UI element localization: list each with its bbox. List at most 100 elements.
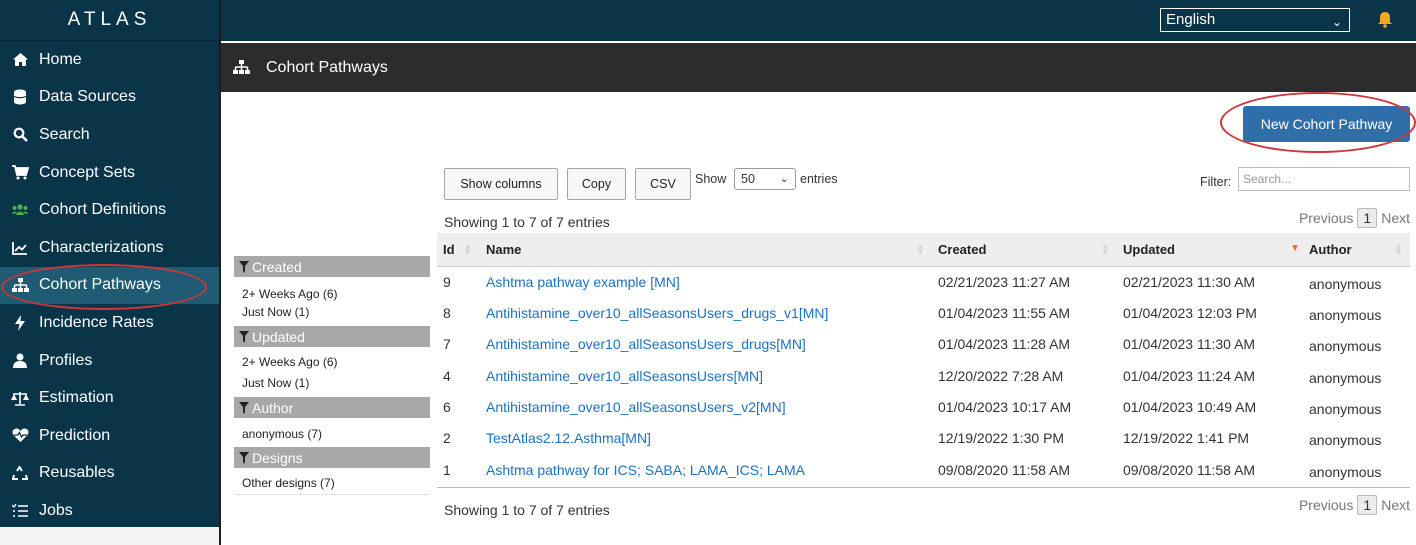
cell-id: 2 — [443, 430, 451, 446]
table-row: 8 Antihistamine_over10_allSeasonsUsers_d… — [437, 298, 1410, 329]
sidebar-item-label: Prediction — [39, 426, 111, 444]
cell-id: 1 — [443, 462, 451, 478]
cell-id: 9 — [443, 274, 451, 290]
facet-item[interactable]: Other designs (7) — [242, 476, 335, 490]
csv-button[interactable]: CSV — [635, 168, 691, 200]
page-length-select[interactable]: 50 ⌄ — [734, 168, 796, 190]
list-icon — [9, 502, 31, 520]
cell-name-link[interactable]: Antihistamine_over10_allSeasonsUsers_dru… — [486, 298, 828, 329]
facet-updated-header[interactable]: Updated — [234, 326, 430, 347]
sidebar-item-label: Cohort Definitions — [39, 201, 167, 219]
show-columns-button[interactable]: Show columns — [444, 168, 558, 200]
cell-author: anonymous — [1309, 307, 1382, 323]
column-header-updated[interactable]: Updated — [1123, 233, 1175, 266]
cell-author: anonymous — [1309, 338, 1382, 354]
copy-button[interactable]: Copy — [567, 168, 626, 200]
filter-input[interactable]: Search... — [1238, 167, 1410, 191]
user-icon — [9, 352, 31, 370]
sitemap-icon — [9, 276, 31, 294]
sidebar-item-jobs[interactable]: Jobs — [0, 492, 219, 530]
top-bar: English ⌄ — [221, 0, 1416, 41]
facet-item[interactable]: Just Now (1) — [242, 305, 309, 319]
sidebar-item-search[interactable]: Search — [0, 116, 219, 154]
cell-author: anonymous — [1309, 464, 1382, 480]
sidebar-item-label: Concept Sets — [39, 163, 136, 181]
filter-icon — [239, 401, 249, 414]
language-select[interactable]: English ⌄ — [1160, 8, 1350, 32]
sidebar-item-reusables[interactable]: Reusables — [0, 455, 219, 493]
sort-icon: ▲ ▼ — [1101, 241, 1110, 257]
table-info-top: Showing 1 to 7 of 7 entries — [444, 214, 610, 230]
filter-icon — [239, 330, 249, 343]
facet-divider — [234, 494, 430, 495]
page-1-button[interactable]: 1 — [1357, 208, 1378, 228]
sitemap-icon — [233, 60, 250, 75]
facet-title: Designs — [252, 449, 303, 466]
bell-icon[interactable] — [1378, 11, 1392, 31]
facet-item[interactable]: anonymous (7) — [242, 427, 322, 441]
sidebar-item-data-sources[interactable]: Data Sources — [0, 79, 219, 117]
cell-updated: 02/21/2023 11:30 AM — [1123, 274, 1256, 290]
facet-created-header[interactable]: Created — [234, 256, 430, 277]
cell-created: 12/19/2022 1:30 PM — [938, 430, 1065, 446]
cell-updated: 01/04/2023 12:03 PM — [1123, 305, 1257, 321]
cell-author: anonymous — [1309, 432, 1382, 448]
sort-icon: ▲ ▼ — [463, 241, 472, 257]
sidebar-item-label: Cohort Pathways — [39, 276, 161, 294]
sidebar-item-concept-sets[interactable]: Concept Sets — [0, 154, 219, 192]
heartbeat-icon — [9, 427, 31, 445]
users-icon — [9, 201, 31, 219]
previous-link[interactable]: Previous — [1299, 210, 1353, 226]
sidebar-item-label: Reusables — [39, 464, 115, 482]
pager-bottom: Previous 1 Next — [1299, 495, 1410, 515]
page-title: Cohort Pathways — [266, 58, 388, 76]
column-header-name[interactable]: Name — [486, 233, 521, 266]
facet-item[interactable]: Just Now (1) — [242, 376, 309, 390]
sidebar-item-cohort-definitions[interactable]: Cohort Definitions — [0, 191, 219, 229]
table-bottom-border — [437, 487, 1410, 488]
cell-name-link[interactable]: Ashtma pathway for ICS; SABA; LAMA_ICS; … — [486, 455, 805, 486]
sidebar-item-label: Incidence Rates — [39, 313, 154, 331]
sidebar-item-home[interactable]: Home — [0, 41, 219, 79]
next-link[interactable]: Next — [1381, 210, 1410, 226]
sidebar-item-characterizations[interactable]: Characterizations — [0, 229, 219, 267]
sidebar: ATLAS Home Data Sources Search Concept S… — [0, 0, 221, 545]
cell-name-link[interactable]: Ashtma pathway example [MN] — [486, 267, 680, 298]
facet-item[interactable]: 2+ Weeks Ago (6) — [242, 287, 338, 301]
cell-name-link[interactable]: TestAtlas2.12.Asthma[MN] — [486, 423, 651, 454]
previous-link[interactable]: Previous — [1299, 497, 1353, 513]
sidebar-item-incidence-rates[interactable]: Incidence Rates — [0, 304, 219, 342]
chart-line-icon — [9, 239, 31, 257]
sidebar-item-prediction[interactable]: Prediction — [0, 417, 219, 455]
cell-updated: 12/19/2022 1:41 PM — [1123, 430, 1250, 446]
sidebar-item-estimation[interactable]: Estimation — [0, 379, 219, 417]
next-link[interactable]: Next — [1381, 497, 1410, 513]
cell-name-link[interactable]: Antihistamine_over10_allSeasonsUsers_dru… — [486, 329, 806, 360]
sidebar-item-profiles[interactable]: Profiles — [0, 342, 219, 380]
facet-author-header[interactable]: Author — [234, 397, 430, 418]
facet-item[interactable]: 2+ Weeks Ago (6) — [242, 355, 338, 369]
cell-created: 01/04/2023 11:28 AM — [938, 336, 1071, 352]
cell-name-link[interactable]: Antihistamine_over10_allSeasonsUsers[MN] — [486, 361, 763, 392]
pager-top: Previous 1 Next — [1299, 208, 1410, 228]
page-1-button[interactable]: 1 — [1357, 495, 1378, 515]
page-length-value: 50 — [741, 172, 755, 186]
cell-updated: 01/04/2023 11:30 AM — [1123, 336, 1256, 352]
cell-updated: 09/08/2020 11:58 AM — [1123, 462, 1256, 478]
column-header-id[interactable]: Id — [443, 233, 455, 266]
sort-icon: ▲ ▼ — [1394, 241, 1403, 257]
sort-icon: ▲ ▼ — [916, 241, 925, 257]
column-header-author[interactable]: Author — [1309, 233, 1352, 266]
cell-name-link[interactable]: Antihistamine_over10_allSeasonsUsers_v2[… — [486, 392, 786, 423]
column-header-created[interactable]: Created — [938, 233, 986, 266]
cell-id: 8 — [443, 305, 451, 321]
app-brand[interactable]: ATLAS — [0, 0, 219, 41]
sidebar-item-cohort-pathways[interactable]: Cohort Pathways — [0, 266, 219, 305]
cell-created: 01/04/2023 11:55 AM — [938, 305, 1071, 321]
sort-desc-icon: ▼ — [1290, 243, 1300, 254]
facet-designs-header[interactable]: Designs — [234, 447, 430, 468]
table-row: 7 Antihistamine_over10_allSeasonsUsers_d… — [437, 329, 1410, 360]
cell-id: 7 — [443, 336, 451, 352]
show-label: Show — [695, 172, 727, 186]
new-cohort-pathway-button[interactable]: New Cohort Pathway — [1243, 106, 1410, 142]
